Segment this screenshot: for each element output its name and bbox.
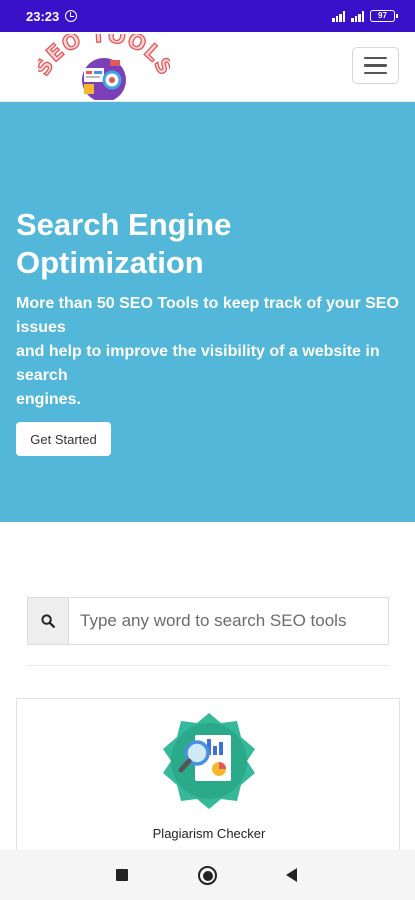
hamburger-menu-icon [364, 64, 387, 67]
hero-title-line: Search Engine [16, 207, 232, 242]
status-time: 23:23 [26, 8, 60, 24]
hamburger-menu-icon [364, 71, 387, 75]
search-button[interactable] [28, 598, 69, 644]
plagiarism-checker-icon [163, 713, 255, 809]
status-left: 23:23 [26, 8, 78, 24]
seo-tools-logo[interactable]: SEO TOOLS [38, 34, 170, 100]
signal-icon [332, 10, 345, 22]
hero-subtitle-line: search [16, 367, 68, 384]
status-right: 97 [332, 10, 398, 22]
battery-icon: 97 [370, 10, 398, 22]
get-started-button[interactable]: Get Started [16, 422, 111, 456]
hero-subtitle-line: and help to improve the visibility of a … [16, 343, 380, 360]
tool-card[interactable]: Plagiarism Checker [16, 698, 400, 868]
recent-apps-icon[interactable] [116, 869, 128, 881]
system-nav-bar [0, 850, 415, 900]
tool-label: Plagiarism Checker [152, 826, 266, 841]
hero-title: Search Engine Optimization [16, 206, 396, 282]
hero-subtitle: More than 50 SEO Tools to keep track of … [16, 292, 406, 412]
search-icon [41, 614, 55, 628]
back-icon[interactable] [286, 868, 297, 882]
status-bar: 23:23 97 [0, 0, 415, 32]
search-input[interactable] [69, 598, 388, 644]
hero-section: Search Engine Optimization More than 50 … [0, 102, 415, 522]
hero-title-line: Optimization [16, 245, 204, 280]
hero-subtitle-line: engines. [16, 391, 81, 408]
alarm-icon [65, 10, 78, 22]
hamburger-menu-icon [364, 56, 387, 60]
site-header: SEO TOOLS [0, 32, 415, 102]
signal-icon [351, 10, 364, 22]
hero-subtitle-line: issues [16, 319, 66, 336]
divider [27, 665, 389, 666]
home-icon[interactable] [198, 866, 217, 885]
hero-subtitle-line: More than 50 SEO Tools to keep track of … [16, 295, 399, 312]
menu-toggle-button[interactable] [352, 47, 399, 84]
tool-search [27, 597, 389, 645]
